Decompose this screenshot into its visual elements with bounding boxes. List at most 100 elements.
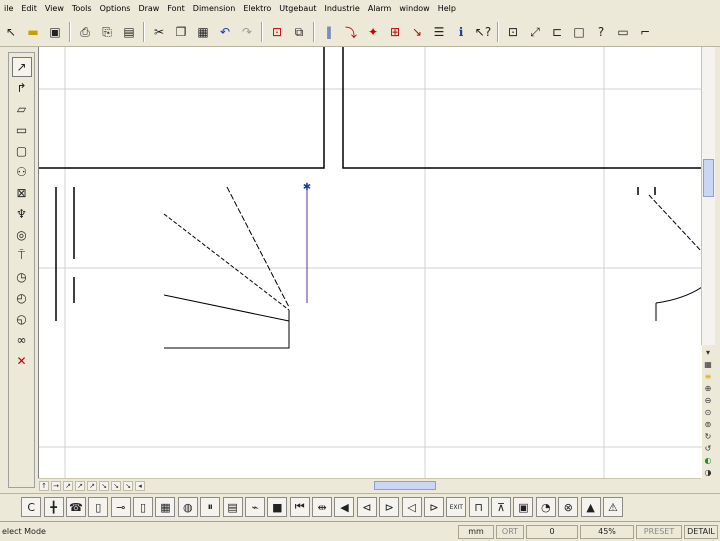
circle-target-icon[interactable]: ◎ — [12, 225, 32, 245]
clock-icon[interactable]: ◴ — [12, 288, 32, 308]
speaker-right-icon[interactable]: ⊳ — [379, 497, 400, 517]
pointer-icon[interactable]: ↘ — [407, 22, 427, 42]
menu-item[interactable]: Utgebaut — [275, 4, 320, 13]
vertical-scroll-thumb[interactable] — [703, 159, 714, 197]
line-tool-icon[interactable]: ↗ — [11, 56, 32, 77]
speaker-icon[interactable]: ◀ — [334, 497, 355, 517]
menu-item[interactable]: Dimension — [189, 4, 240, 13]
fit-icon[interactable]: ⤢ — [525, 22, 545, 42]
wall-tool-icon[interactable]: ▱ — [12, 99, 32, 119]
comb-icon[interactable]: ⊓ — [468, 497, 489, 517]
status-ortho[interactable]: ORT — [496, 524, 524, 539]
exit-sign-icon[interactable]: EXIT — [446, 497, 467, 517]
speaker-left-icon[interactable]: ⊲ — [356, 497, 377, 517]
alarm-icon[interactable]: ⚠ — [602, 497, 623, 517]
arrow-diag-icon[interactable]: ↗ — [75, 480, 85, 491]
open-folder-icon[interactable]: ▬ — [23, 22, 43, 42]
menu-item[interactable]: Edit — [17, 4, 41, 13]
skip-back-icon[interactable]: ⏮ — [289, 497, 310, 517]
menu-item[interactable]: Tools — [68, 4, 96, 13]
bell-icon[interactable]: ⊼ — [491, 497, 512, 517]
arrow-up-icon[interactable]: ↑ — [39, 480, 49, 491]
zoom-in-icon[interactable]: ⊕ — [702, 383, 714, 395]
paste-icon[interactable]: ▦ — [193, 22, 213, 42]
crop-icon[interactable]: ⊏ — [547, 22, 567, 42]
copy-page-icon[interactable]: ▤ — [119, 22, 139, 42]
box-icon[interactable]: ▭ — [613, 22, 633, 42]
transistor-icon[interactable]: ⊳ — [423, 497, 444, 517]
red-select-box-icon[interactable]: ⊞ — [385, 22, 405, 42]
menu-item[interactable]: View — [41, 4, 68, 13]
arrow-diag-icon[interactable]: ↘ — [111, 480, 121, 491]
horizontal-scrollbar[interactable]: ↑ → ↗ ↗ ↗ ↘ ↘ ↘ ◂ — [38, 478, 701, 492]
arrow-diag-icon[interactable]: ↘ — [123, 480, 133, 491]
line-icon[interactable]: ⌐ — [635, 22, 655, 42]
fire-icon[interactable]: ▲ — [580, 497, 601, 517]
arrow-diag-icon[interactable]: ↘ — [99, 480, 109, 491]
arc-tool-icon[interactable]: ↱ — [12, 78, 32, 98]
redo-icon[interactable]: ↷ — [237, 22, 257, 42]
drawing-canvas[interactable]: ✱ — [38, 47, 702, 478]
arrow-left-icon[interactable]: ◂ — [135, 480, 145, 491]
red-arrow-icon[interactable]: ⤵ — [341, 22, 361, 42]
panel-icon[interactable]: ▤ — [222, 497, 243, 517]
grid-icon[interactable]: ▦ — [702, 359, 714, 371]
yellow-lines-icon[interactable]: ≡ — [702, 371, 714, 383]
delete-red-x-icon[interactable]: ✕ — [12, 351, 32, 371]
connect-icon[interactable]: ⇹ — [312, 497, 333, 517]
undo-view-icon[interactable]: ↺ — [702, 442, 714, 454]
arrow-diag-icon[interactable]: ↗ — [87, 480, 97, 491]
arrow-down-icon[interactable]: ▾ — [702, 347, 714, 359]
dial-icon[interactable]: ◵ — [12, 309, 32, 329]
battery-icon[interactable]: ▯ — [133, 497, 154, 517]
menu-item[interactable]: Elektro — [239, 4, 275, 13]
dial-tool-icon[interactable]: ◍ — [177, 497, 198, 517]
phone-icon[interactable]: ☎ — [65, 497, 86, 517]
pause-icon[interactable]: ⏸ — [200, 497, 221, 517]
menu-item[interactable]: ile — [0, 4, 17, 13]
arrow-diag-icon[interactable]: ↗ — [63, 480, 73, 491]
zoom-select-icon[interactable]: ⧉ — [289, 22, 309, 42]
help-pointer-icon[interactable]: ↖? — [473, 22, 493, 42]
clock-tool-icon[interactable]: ◔ — [535, 497, 556, 517]
zoom-all-icon[interactable]: ⊚ — [702, 418, 714, 430]
red-node-icon[interactable]: ✦ — [363, 22, 383, 42]
print-preview-icon[interactable]: ⎘ — [97, 22, 117, 42]
plug-tool-icon[interactable]: ⊸ — [110, 497, 131, 517]
menu-item[interactable]: Font — [163, 4, 188, 13]
zoom-window-icon[interactable]: ⊡ — [267, 22, 287, 42]
status-detail[interactable]: DETAIL — [684, 524, 718, 539]
selection-handle-icon[interactable]: ✱ — [303, 182, 311, 193]
refresh-icon[interactable]: ↻ — [702, 430, 714, 442]
status-preset[interactable]: PRESET — [636, 524, 682, 539]
undo-icon[interactable]: ↶ — [215, 22, 235, 42]
menu-item[interactable]: Draw — [134, 4, 163, 13]
tee-icon[interactable]: ╋ — [43, 497, 64, 517]
speaker-loud-icon[interactable]: ◁ — [401, 497, 422, 517]
x-circle-icon[interactable]: ⊗ — [558, 497, 579, 517]
vertical-scrollbar[interactable] — [701, 47, 715, 345]
menu-item[interactable]: Industrie — [320, 4, 363, 13]
menu-item[interactable]: Help — [434, 4, 460, 13]
c-tool-icon[interactable]: C — [21, 497, 42, 517]
plug-icon[interactable]: ♆ — [12, 204, 32, 224]
menu-item[interactable]: Options — [96, 4, 135, 13]
list-icon[interactable]: ☰ — [429, 22, 449, 42]
select-frame-icon[interactable]: ⊡ — [503, 22, 523, 42]
parallel-lines-icon[interactable]: ‖ — [319, 22, 339, 42]
menu-item[interactable]: window — [395, 4, 433, 13]
cross-box-icon[interactable]: ⊠ — [12, 183, 32, 203]
timer-icon[interactable]: ◷ — [12, 267, 32, 287]
zoom-icon[interactable]: ⊙ — [702, 407, 714, 419]
socket-icon[interactable]: ⚇ — [12, 162, 32, 182]
zoom-prev-icon[interactable]: ◐ — [702, 454, 714, 466]
save-disk-icon[interactable]: ▣ — [513, 497, 534, 517]
question-icon[interactable]: ? — [591, 22, 611, 42]
save-icon[interactable]: ▣ — [45, 22, 65, 42]
grid-tool-icon[interactable]: ▦ — [155, 497, 176, 517]
info-icon[interactable]: ℹ — [451, 22, 471, 42]
arrow-icon[interactable]: ↖ — [1, 22, 21, 42]
cut-icon[interactable]: ✂ — [149, 22, 169, 42]
horizontal-scroll-thumb[interactable] — [374, 481, 436, 490]
arrow-right-icon[interactable]: → — [51, 480, 61, 491]
